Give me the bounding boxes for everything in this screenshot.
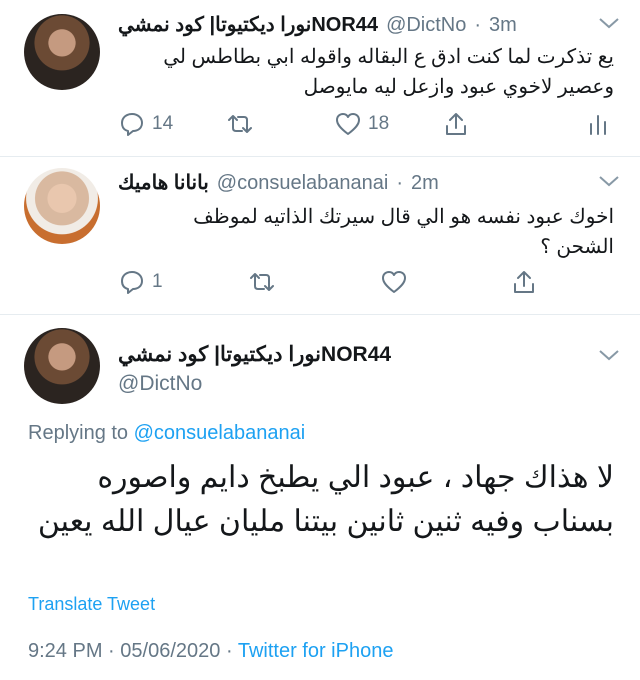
tweet-text-line: لا هذاك جهاد ، عبود الي يطبخ دايم واصوره xyxy=(97,461,614,494)
timestamp[interactable]: 2m xyxy=(411,172,439,195)
chevron-down-icon[interactable] xyxy=(596,346,622,364)
divider xyxy=(0,156,640,157)
separator: · xyxy=(474,14,482,36)
share-icon xyxy=(514,271,534,293)
handle[interactable]: @consuelabananai xyxy=(217,172,389,195)
handle[interactable]: @DictNo xyxy=(386,14,466,37)
chevron-down-icon[interactable] xyxy=(596,14,622,32)
display-name[interactable]: نورا ديكتيوتا| كود نمشيNOR44 xyxy=(118,12,378,37)
tweet-text-line: اخوك عبود نفسه هو الي قال سيرتك الذاتيه … xyxy=(193,206,614,228)
chevron-down-icon[interactable] xyxy=(596,172,622,190)
separator: · xyxy=(396,172,403,194)
timestamp[interactable]: 3m xyxy=(489,14,517,37)
retweet-button[interactable] xyxy=(248,268,276,296)
tweet-text-line: وعصير لاخوي عبود وازعل ليه مايوصل xyxy=(303,76,614,98)
analytics-icon xyxy=(590,115,606,135)
tweet-text-line: يع تذكرت لما كنت ادق ع البقاله واقوله اب… xyxy=(163,46,614,68)
heart-icon xyxy=(336,113,360,135)
retweet-icon xyxy=(250,273,274,291)
avatar[interactable] xyxy=(24,168,100,244)
handle[interactable]: @DictNo xyxy=(118,372,202,396)
like-button[interactable]: 18 xyxy=(334,110,389,138)
tweet-footer: 9:24 PM · 05/06/2020 · Twitter for iPhon… xyxy=(28,640,393,663)
reply-button[interactable]: 1 xyxy=(118,268,163,296)
tweet-source[interactable]: Twitter for iPhone xyxy=(238,640,394,662)
tweet-date[interactable]: 05/06/2020 xyxy=(120,640,220,662)
tweet-text: اخوك عبود نفسه هو الي قال سيرتك الذاتيه … xyxy=(114,202,614,262)
reply-icon xyxy=(121,113,143,136)
like-button[interactable] xyxy=(380,268,408,296)
display-name[interactable]: بانانا هاميك xyxy=(118,170,209,195)
tweet-text: يع تذكرت لما كنت ادق ع البقاله واقوله اب… xyxy=(114,42,614,102)
avatar[interactable] xyxy=(24,14,100,90)
reply-icon xyxy=(121,271,143,294)
retweet-button[interactable] xyxy=(226,110,254,138)
tweet-text-line: الشحن ؟ xyxy=(540,236,614,258)
tweet-actions: 14 18 xyxy=(0,110,640,140)
tweet-text-line: بسناب وفيه ثنين ثانين بيتنا مليان عيال ا… xyxy=(37,505,614,538)
avatar[interactable] xyxy=(24,328,100,404)
reply-button[interactable]: 14 xyxy=(118,110,173,138)
tweet-header: بانانا هاميك @consuelabananai · 2m xyxy=(118,170,439,195)
share-button[interactable] xyxy=(442,110,470,138)
share-icon xyxy=(446,113,466,135)
replying-to: Replying to @consuelabananai xyxy=(28,422,305,445)
separator: · xyxy=(225,640,233,662)
like-count: 18 xyxy=(368,113,390,134)
tweet-text: لا هذاك جهاد ، عبود الي يطبخ دايم واصوره… xyxy=(14,456,614,544)
replying-prefix: Replying to xyxy=(28,422,129,444)
translate-tweet-link[interactable]: Translate Tweet xyxy=(28,594,155,615)
divider xyxy=(0,314,640,315)
tweet-header: نورا ديكتيوتا| كود نمشيNOR44 @DictNo · 3… xyxy=(118,12,517,37)
reply-count: 14 xyxy=(152,113,174,134)
separator: · xyxy=(108,640,115,662)
reply-count: 1 xyxy=(152,271,163,292)
analytics-button[interactable] xyxy=(584,110,612,138)
tweet-time[interactable]: 9:24 PM xyxy=(28,640,102,662)
tweet-actions: 1 xyxy=(0,268,640,298)
display-name[interactable]: نورا ديكتيوتا| كود نمشيNOR44 xyxy=(118,342,391,367)
replying-to-link[interactable]: @consuelabananai xyxy=(134,422,306,444)
retweet-icon xyxy=(228,115,252,133)
share-button[interactable] xyxy=(510,268,538,296)
heart-icon xyxy=(382,271,406,293)
